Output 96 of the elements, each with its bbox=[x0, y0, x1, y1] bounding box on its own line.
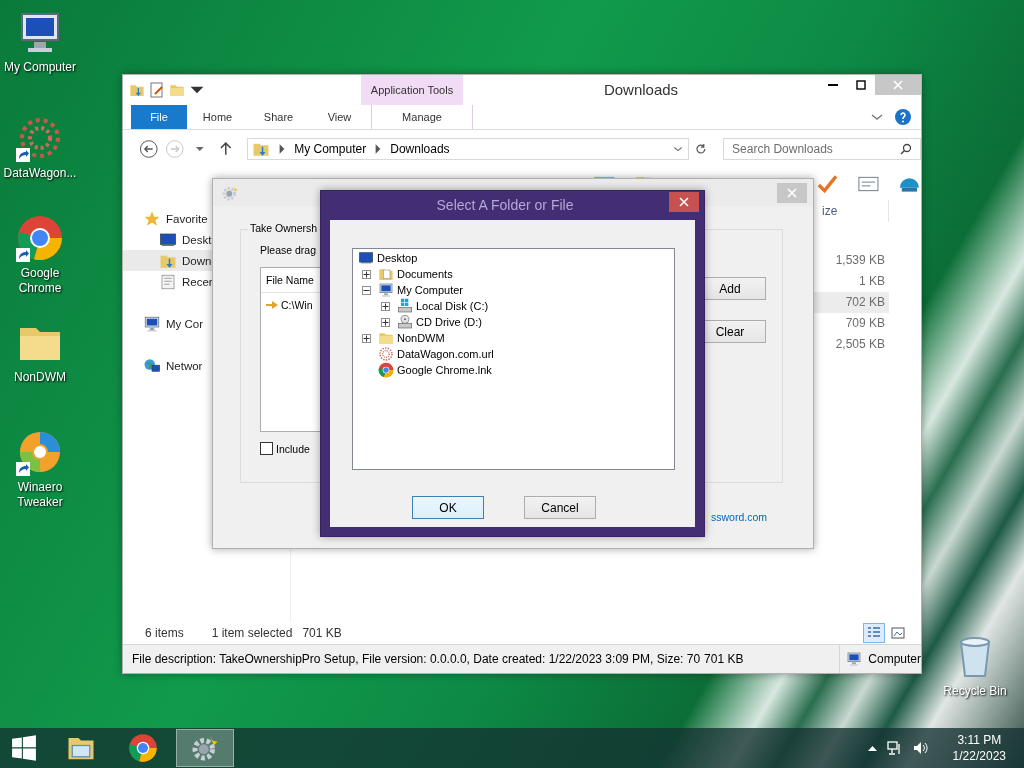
nav-item[interactable]: Networ bbox=[123, 355, 290, 376]
computer-icon bbox=[378, 282, 394, 298]
close-icon bbox=[893, 80, 903, 90]
nav-item-label: Deskt bbox=[182, 233, 212, 246]
desktop-icon-label[interactable]: My Computer bbox=[1, 60, 79, 75]
tree-item[interactable]: Desktop bbox=[377, 252, 418, 264]
size-cell-text: 702 KB bbox=[844, 294, 886, 311]
item-count: 6 items bbox=[145, 626, 184, 640]
desktop-icon-label[interactable]: NonDWM bbox=[1, 370, 79, 385]
location-label: Computer bbox=[868, 652, 921, 666]
flower-icon bbox=[378, 346, 394, 362]
expander-icon[interactable] bbox=[362, 333, 371, 343]
nav-item[interactable]: My Cor bbox=[123, 313, 290, 334]
group-label: Take Ownersh bbox=[248, 222, 320, 234]
documents-folder-icon bbox=[378, 266, 394, 282]
expander-icon[interactable] bbox=[362, 285, 371, 295]
chrome-icon[interactable] bbox=[16, 214, 64, 262]
nav-item-label: Favorite bbox=[166, 212, 208, 225]
expander-icon[interactable] bbox=[381, 317, 390, 327]
view-button[interactable] bbox=[863, 623, 885, 643]
tree-item[interactable]: NonDWM bbox=[397, 332, 445, 344]
show-hidden-icons-icon[interactable] bbox=[867, 745, 877, 751]
back-icon[interactable] bbox=[139, 139, 159, 159]
tree-item[interactable]: CD Drive (D:) bbox=[416, 316, 482, 328]
search-icon[interactable] bbox=[900, 143, 912, 155]
nav-item-label: Networ bbox=[166, 359, 203, 372]
desktop-icon-label[interactable]: DataWagon... bbox=[1, 166, 79, 181]
folder-icon[interactable] bbox=[129, 82, 145, 98]
gear-icon bbox=[190, 733, 220, 763]
contextual-tab-group: Application Tools bbox=[361, 75, 463, 105]
selection-info: 1 item selected bbox=[211, 626, 293, 640]
help-icon[interactable] bbox=[895, 109, 911, 125]
file-size: 701 KB bbox=[704, 652, 745, 666]
file-menu-button[interactable]: File bbox=[131, 105, 187, 129]
chrome-icon bbox=[378, 362, 394, 378]
address-bar[interactable]: My Computer Downloads bbox=[247, 138, 690, 160]
desktop-icon bbox=[159, 230, 177, 249]
chrome-icon bbox=[128, 733, 158, 763]
tree-item[interactable]: My Computer bbox=[397, 284, 464, 296]
tree-item[interactable]: Google Chrome.lnk bbox=[397, 364, 492, 376]
breadcrumb[interactable]: My Computer bbox=[294, 142, 367, 156]
close-icon bbox=[679, 197, 689, 207]
network-icon bbox=[143, 356, 161, 375]
column-header[interactable]: ize bbox=[822, 200, 889, 222]
shortcut-arrow-icon bbox=[16, 462, 30, 476]
tree-item[interactable]: DataWagon.com.url bbox=[397, 348, 494, 360]
refresh-icon[interactable] bbox=[695, 143, 708, 155]
desktop-icon-label[interactable]: Google Chrome bbox=[1, 266, 79, 296]
properties-icon[interactable] bbox=[149, 82, 165, 98]
details-view-icon bbox=[867, 626, 881, 640]
website-link[interactable]: ssword.com bbox=[711, 511, 767, 523]
gear-icon bbox=[221, 183, 239, 202]
dialog-title: Select A Folder or File bbox=[435, 196, 575, 215]
windows-logo-icon bbox=[11, 735, 37, 761]
desktop-icon-label[interactable]: Winaero Tweaker bbox=[1, 480, 79, 510]
ribbon-tab[interactable]: Share bbox=[248, 105, 309, 129]
nav-item-label: Recer bbox=[182, 275, 213, 288]
desktop-icon bbox=[358, 250, 374, 266]
tree-item[interactable]: Documents bbox=[397, 268, 453, 280]
selection-size: 701 KB bbox=[302, 626, 342, 640]
folder-tree[interactable]: Desktop Documents My Computer Local Disk (C:) CD Drive (D:) NonDWM DataWagon.com.url Google Chrome.lnk bbox=[352, 248, 675, 470]
cd-drive-icon bbox=[397, 314, 413, 330]
shortcut-arrow-icon bbox=[16, 248, 30, 262]
ribbon-tab[interactable]: View bbox=[309, 105, 370, 129]
close-icon bbox=[787, 187, 797, 198]
computer-icon bbox=[143, 314, 161, 333]
document-icon bbox=[159, 272, 177, 291]
minimize-icon bbox=[828, 84, 838, 86]
dialog-button[interactable]: OK bbox=[412, 496, 484, 519]
checkbox-label: Include bbox=[276, 442, 310, 455]
close-button[interactable] bbox=[669, 192, 699, 212]
expander-icon[interactable] bbox=[362, 269, 371, 279]
dialog-button[interactable]: Cancel bbox=[524, 496, 596, 519]
computer-icon bbox=[846, 651, 863, 667]
file-path[interactable]: C:\Win bbox=[281, 299, 313, 311]
file-details-text: File description: TakeOwnershipPro Setup, File version: 0.0.0.0, Date created: 1/22/2023 3:09 PM, Size: 70 bbox=[132, 652, 701, 666]
expander-icon[interactable] bbox=[381, 301, 390, 311]
search-field[interactable]: Search Downloads bbox=[723, 138, 921, 160]
search-placeholder: Search Downloads bbox=[732, 142, 833, 156]
breadcrumb[interactable]: Downloads bbox=[390, 142, 450, 156]
folder-icon bbox=[378, 330, 394, 346]
clock-time[interactable]: 3:11 PM bbox=[957, 732, 1002, 748]
arrow-icon bbox=[266, 300, 278, 310]
maximize-icon bbox=[856, 80, 866, 90]
network-icon[interactable] bbox=[886, 740, 903, 756]
window-title: Downloads bbox=[602, 80, 680, 100]
drive-icon bbox=[397, 298, 413, 314]
nav-item-label: Down bbox=[182, 254, 212, 267]
checkbox[interactable] bbox=[260, 442, 273, 455]
tree-item[interactable]: Local Disk (C:) bbox=[416, 300, 489, 312]
volume-icon[interactable] bbox=[912, 740, 929, 756]
clock-date[interactable]: 1/22/2023 bbox=[952, 748, 1006, 764]
large-icons-icon bbox=[891, 626, 905, 640]
shortcut-arrow-icon bbox=[16, 148, 30, 162]
nav-item-label: My Cor bbox=[166, 317, 204, 330]
ribbon-tab[interactable]: Home bbox=[187, 105, 248, 129]
